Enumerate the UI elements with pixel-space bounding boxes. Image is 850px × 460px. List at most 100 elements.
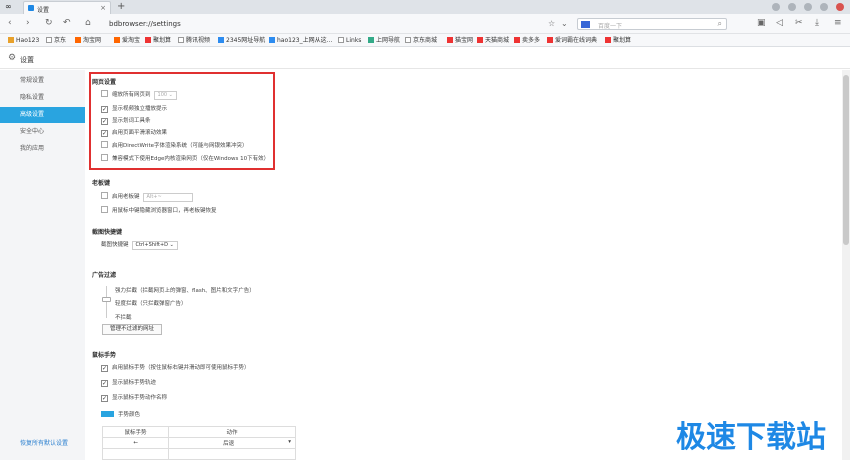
screenshot-key-select[interactable]: Ctrl+Shift+D ⌄ xyxy=(131,241,178,250)
dropdown-icon[interactable]: ⌄ xyxy=(561,18,568,29)
sidebar-item-privacy[interactable]: 隐私设置 xyxy=(0,90,85,106)
bookmark-item[interactable]: 天猫商城 xyxy=(477,36,509,45)
sidebar-item-security[interactable]: 安全中心 xyxy=(0,124,85,140)
smooth-scroll-checkbox[interactable]: ✓ xyxy=(101,130,108,137)
bookmark-item[interactable]: 上网导航 xyxy=(368,36,400,45)
section-title-web: 网页设置 xyxy=(92,79,117,86)
back-icon[interactable]: ‹ xyxy=(8,18,12,29)
tab-settings[interactable]: 设置 × xyxy=(23,1,111,14)
close-window-button[interactable] xyxy=(836,3,844,11)
adblock-slider-handle[interactable] xyxy=(102,297,111,302)
word-toolbar-checkbox[interactable]: ✓ xyxy=(101,118,108,125)
tab-close-icon[interactable]: × xyxy=(100,4,106,12)
adblock-slider-track[interactable] xyxy=(106,286,107,318)
bookmark-item[interactable]: Links xyxy=(338,36,361,45)
option-word-toolbar: ✓ 显示划词工具条 xyxy=(101,118,151,125)
gesture-color-label: 手势颜色 xyxy=(118,412,141,418)
middle-click-row: 用鼠标中键隐藏浏览器窗口，再老板键恢复 xyxy=(101,206,217,215)
gesture-enable-checkbox[interactable]: ✓ xyxy=(101,365,108,372)
table-header-gesture: 鼠标手势 xyxy=(102,426,169,438)
refresh-icon[interactable]: ↻ xyxy=(45,18,53,29)
boss-key-select[interactable]: Alt+~ xyxy=(142,193,193,202)
bookmark-item[interactable]: 爱淘宝 xyxy=(114,36,140,45)
search-icon[interactable]: ⌕ xyxy=(718,19,722,29)
bookmark-item[interactable]: 爱词霸在线词典 xyxy=(547,36,597,45)
address-bar[interactable]: bdbrowser://settings xyxy=(109,20,181,28)
scrollbar[interactable] xyxy=(842,70,850,460)
boss-key-checkbox[interactable] xyxy=(101,192,108,199)
screenshot-icon[interactable]: ✂ xyxy=(795,18,803,29)
new-tab-button[interactable]: + xyxy=(117,1,125,12)
table-header-row: 鼠标手势 动作 xyxy=(102,426,296,438)
section-title-screenshot: 截图快捷键 xyxy=(92,229,123,236)
extension-icon[interactable]: ▣ xyxy=(757,18,766,29)
scrollbar-thumb[interactable] xyxy=(843,75,849,245)
maximize-button[interactable] xyxy=(820,3,829,11)
sidebar-item-advanced[interactable]: 高级设置 xyxy=(0,107,85,123)
undo-icon[interactable]: ↶ xyxy=(63,18,71,29)
browser-logo-icon: ∞ xyxy=(5,2,12,11)
search-box[interactable]: 百度一下 ⌕ xyxy=(577,18,727,30)
download-icon[interactable]: ⤓ xyxy=(815,18,819,29)
bookmark-item[interactable]: 京东 xyxy=(46,36,66,45)
action-select[interactable]: 后退 ▾ xyxy=(168,437,296,449)
forward-icon[interactable]: › xyxy=(26,18,30,29)
gear-icon: ⚙ xyxy=(8,53,17,63)
bookmark-item[interactable]: 卖多多 xyxy=(514,36,540,45)
minimize-button[interactable] xyxy=(804,3,813,11)
zoom-row: 缩放所有网页到 100 ⌄ xyxy=(101,90,177,100)
skin-button[interactable] xyxy=(772,3,781,11)
bookmark-item[interactable]: 2345网址导航 xyxy=(218,36,265,45)
bookmark-item[interactable]: hao123_上网从这... xyxy=(269,36,332,45)
table-header-action: 动作 xyxy=(168,426,296,438)
adblock-level-off[interactable]: 不拦截 xyxy=(115,313,132,321)
search-engine-icon[interactable] xyxy=(581,21,590,28)
gesture-table: 鼠标手势 动作 ← 后退 ▾ xyxy=(102,426,296,460)
gesture-trail-row: ✓ 显示鼠标手势轨迹 xyxy=(101,380,157,387)
bookmark-item[interactable]: 聚划算 xyxy=(145,36,171,45)
bookmark-item[interactable]: 腾讯视频 xyxy=(178,36,210,45)
bookmark-item[interactable]: 聚划算 xyxy=(605,36,631,45)
adblock-level-light[interactable]: 轻度拦截（只拦截弹窗广告） xyxy=(115,299,187,307)
video-tip-checkbox[interactable]: ✓ xyxy=(101,106,108,113)
table-row: ← 后退 ▾ xyxy=(102,437,296,449)
bookmarks-bar: Hao123 京东 淘宝网 爱淘宝 聚划算 腾讯视频 2345网址导航 hao1… xyxy=(0,34,850,47)
middle-click-checkbox[interactable] xyxy=(101,206,108,213)
option-edge-kernel: 兼容模式下使用Edge内核渲染网页（仅在Windows 10下有效） xyxy=(101,154,269,163)
gesture-cell: ← xyxy=(102,437,169,449)
gesture-color-swatch[interactable] xyxy=(101,411,114,417)
search-placeholder: 百度一下 xyxy=(598,23,623,30)
gesture-enable-row: ✓ 启用鼠标手势（按住鼠标右键并滑动即可使用鼠标手势） xyxy=(101,365,250,372)
gesture-name-checkbox[interactable]: ✓ xyxy=(101,395,108,402)
page-title: 设置 xyxy=(20,56,34,64)
menu-button[interactable] xyxy=(788,3,797,11)
bookmark-item[interactable]: Hao123 xyxy=(8,36,39,45)
gesture-trail-checkbox[interactable]: ✓ xyxy=(101,380,108,387)
adblock-level-strong[interactable]: 强力拦截（拦截网页上的弹窗、flash、图片和文字广告） xyxy=(115,286,255,294)
navigation-bar: ‹ › ↻ ↶ ⌂ bdbrowser://settings ☆ ⌄ 百度一下 … xyxy=(0,14,850,34)
zoom-select[interactable]: 100 ⌄ xyxy=(153,91,177,100)
watermark-logo: 极速下载站 xyxy=(676,420,826,455)
section-title-boss-key: 老板键 xyxy=(92,180,111,187)
title-bar: ∞ 设置 × + xyxy=(0,0,850,14)
sidebar-item-apps[interactable]: 我的应用 xyxy=(0,141,85,157)
zoom-checkbox[interactable] xyxy=(101,90,108,97)
favorite-star-icon[interactable]: ☆ xyxy=(548,18,555,29)
edge-kernel-checkbox[interactable] xyxy=(101,154,108,161)
bookmark-item[interactable]: 京东商城 xyxy=(405,36,437,45)
manage-whitelist-button[interactable]: 管理不过滤的网址 xyxy=(102,324,162,335)
menu-icon[interactable]: ≡ xyxy=(834,18,842,29)
directwrite-checkbox[interactable] xyxy=(101,141,108,148)
audio-icon[interactable]: ◁ xyxy=(776,18,783,29)
section-title-adblock: 广告过滤 xyxy=(92,272,117,279)
sidebar-item-general[interactable]: 常规设置 xyxy=(0,73,85,89)
restore-defaults-link[interactable]: 恢复所有默认设置 xyxy=(20,438,68,447)
bookmark-item[interactable]: 淘宝网 xyxy=(75,36,101,45)
option-directwrite: 启用DirectWrite字体渲染系统（可能与网银效果冲突） xyxy=(101,141,248,150)
dropdown-arrow-icon: ▾ xyxy=(288,439,291,445)
settings-content: 网页设置 缩放所有网页到 100 ⌄ ✓ 显示视频独立播放提示 ✓ 显示划词工具条 ✓… xyxy=(85,70,850,460)
section-title-gesture: 鼠标手势 xyxy=(92,352,117,359)
home-icon[interactable]: ⌂ xyxy=(85,18,91,29)
bookmark-item[interactable]: 猫宝网 xyxy=(447,36,473,45)
settings-sidebar: 常规设置 隐私设置 高级设置 安全中心 我的应用 xyxy=(0,70,85,460)
